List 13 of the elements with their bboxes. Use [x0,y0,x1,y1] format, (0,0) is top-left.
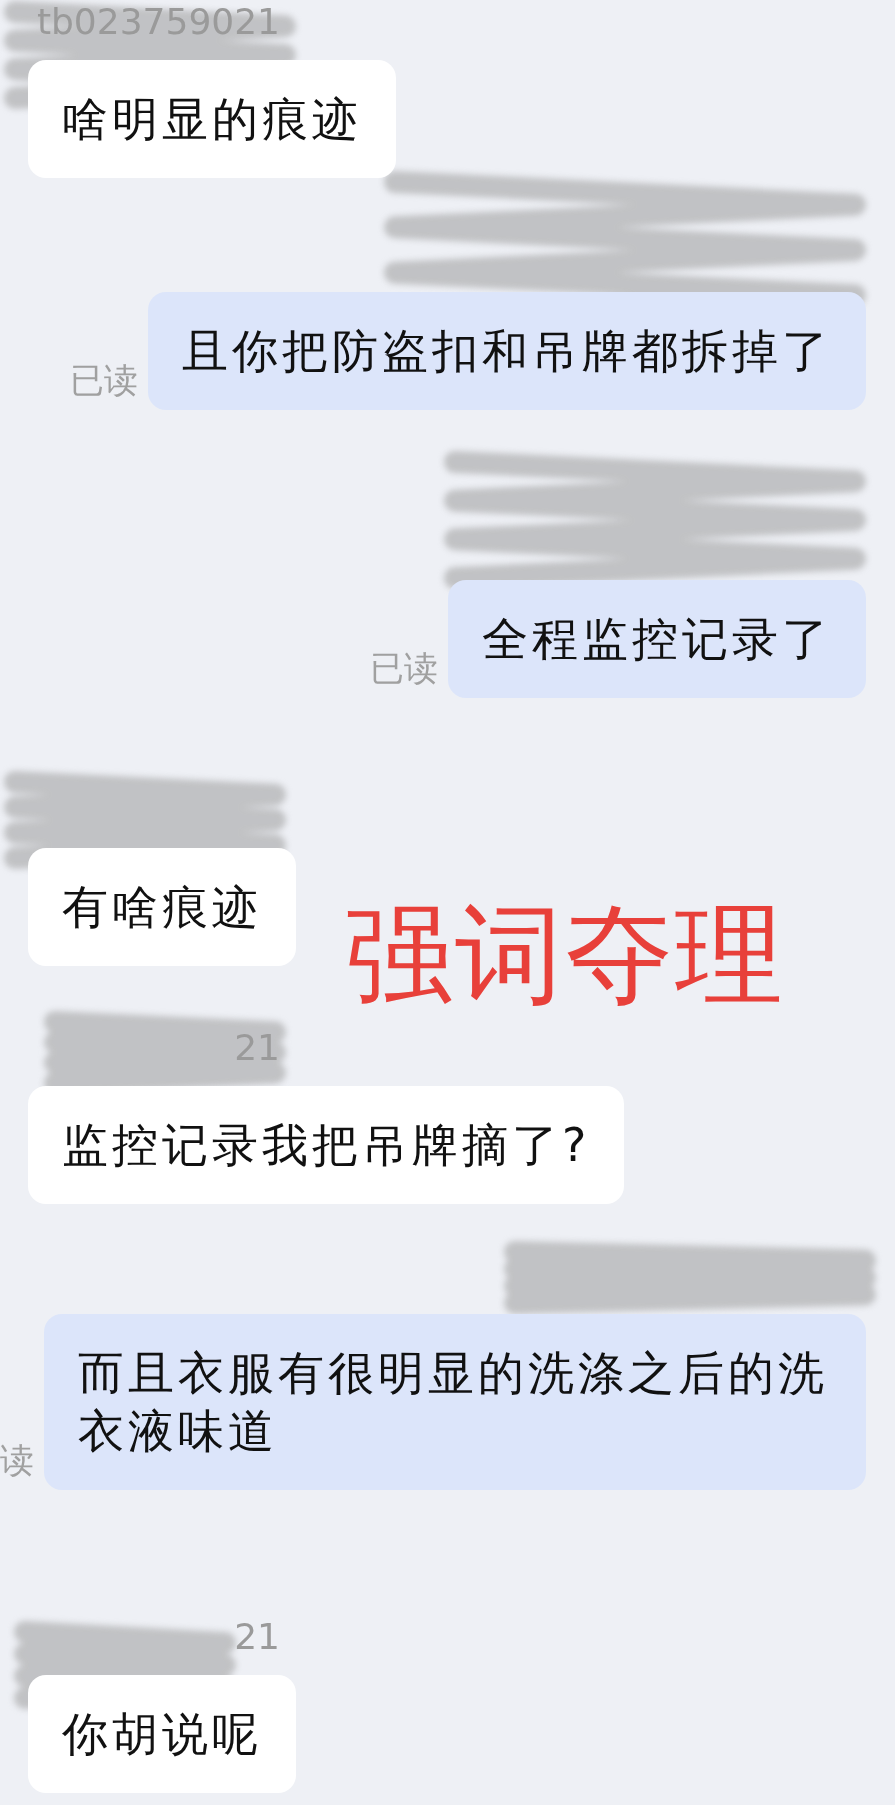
sender-name: 21 [234,1615,280,1659]
message-bubble: 而且衣服有很明显的洗涤之后的洗衣液味道 [44,1314,866,1490]
message-bubble: 且你把防盗扣和吊牌都拆掉了 [148,292,866,410]
overlay-caption: 强词夺理 [345,895,785,1015]
message-bubble: 全程监控记录了 [448,580,866,698]
read-status: 读 [0,1439,34,1482]
message-bubble: 你胡说呢 [28,1675,296,1793]
read-status: 已读 [370,647,438,690]
sender-name: tb023759021 [36,0,280,44]
message-bubble: 有啥痕迹 [28,848,296,966]
message-bubble: 监控记录我把吊牌摘了? [28,1086,625,1204]
message-bubble: 啥明显的痕迹 [28,60,396,178]
read-status: 已读 [70,359,138,402]
